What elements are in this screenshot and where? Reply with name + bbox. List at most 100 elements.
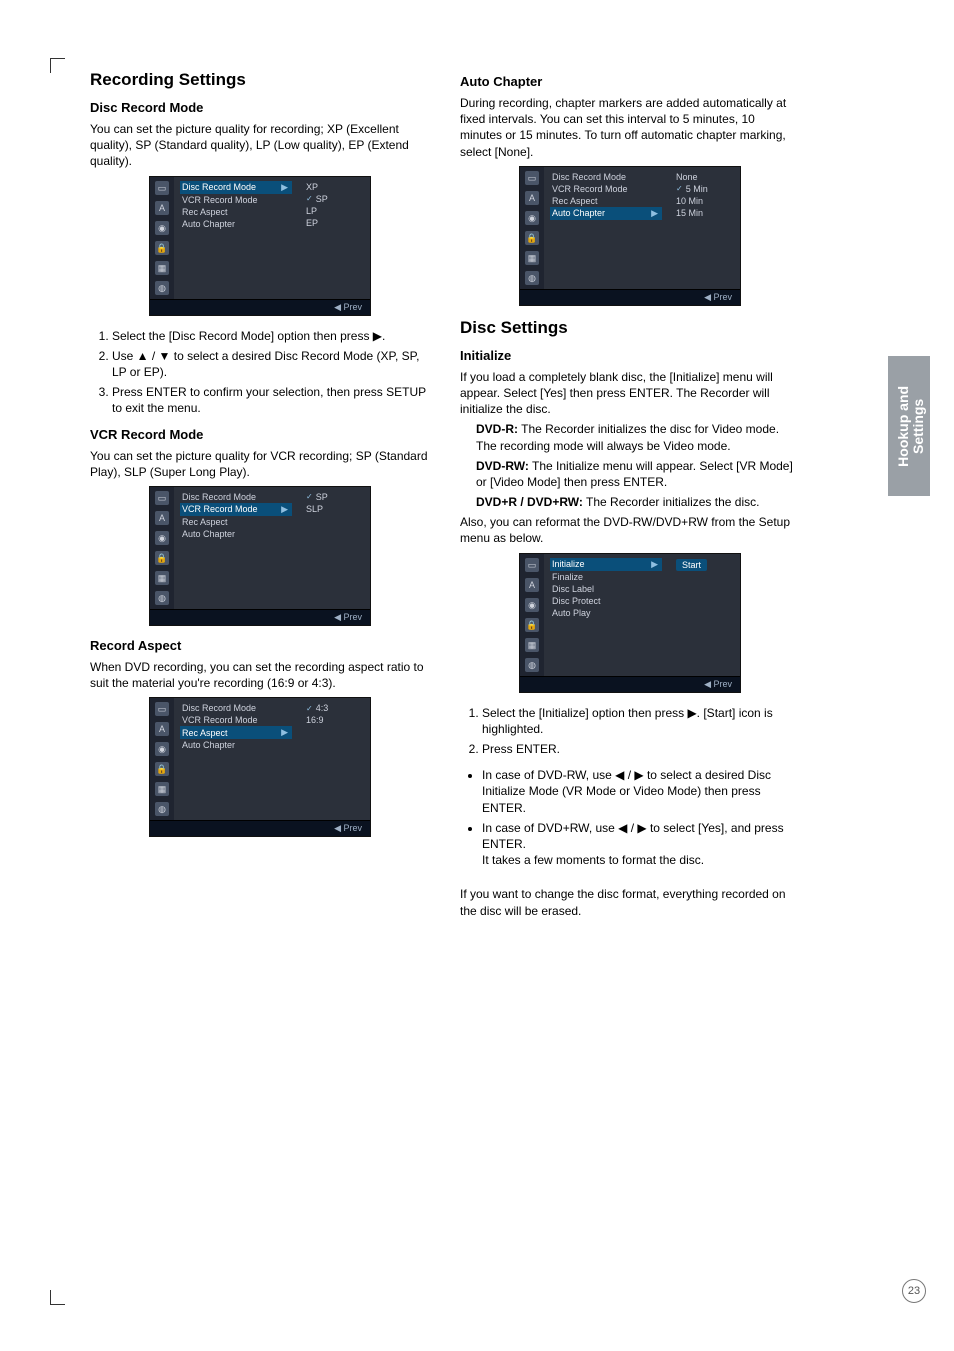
osd-prev-label: ◀ Prev xyxy=(520,289,740,305)
text-init-p1: If you load a completely blank disc, the… xyxy=(460,369,800,418)
disc-icon: ◍ xyxy=(525,658,539,672)
list-init-bullets: In case of DVD-RW, use ◀ / ▶ to select a… xyxy=(460,767,800,868)
language-icon: A xyxy=(155,511,169,525)
osd-item-disc-record-mode: Disc Record Mode xyxy=(182,703,256,713)
audio-icon: ◉ xyxy=(525,211,539,225)
section-tab-line1: Hookup and xyxy=(895,386,911,467)
osd-item-finalize: Finalize xyxy=(552,572,583,582)
osd-item-auto-chapter: Auto Chapter xyxy=(182,529,235,539)
osd-option-16-9: 16:9 xyxy=(306,715,324,725)
record-icon: ▦ xyxy=(525,251,539,265)
text-bullet-b2: In case of DVD+RW, use ◀ / ▶ to select [… xyxy=(482,821,784,851)
osd-item-disc-record-mode: Disc Record Mode xyxy=(182,182,256,192)
osd-icon-strip: ▭ A ◉ 🔒 ▦ ◍ xyxy=(150,487,174,609)
text-auto-chapter-intro: During recording, chapter markers are ad… xyxy=(460,95,800,160)
audio-icon: ◉ xyxy=(155,221,169,235)
osd-option-ep: EP xyxy=(306,218,318,228)
osd-item-vcr-record-mode: VCR Record Mode xyxy=(182,504,258,514)
lock-icon: 🔒 xyxy=(155,762,169,776)
text-init-note: If you want to change the disc format, e… xyxy=(460,886,800,918)
record-icon: ▦ xyxy=(155,571,169,585)
osd-option-10min: 10 Min xyxy=(676,196,703,206)
osd-item-auto-chapter: Auto Chapter xyxy=(552,208,605,218)
heading-auto-chapter: Auto Chapter xyxy=(460,74,800,89)
audio-icon: ◉ xyxy=(155,742,169,756)
osd-item-auto-play: Auto Play xyxy=(552,608,591,618)
list-item: Select the [Disc Record Mode] option the… xyxy=(112,328,430,344)
heading-record-aspect: Record Aspect xyxy=(90,638,430,653)
language-icon: A xyxy=(155,201,169,215)
osd-disc-record-mode: ▭ A ◉ 🔒 ▦ ◍ Disc Record Mode▶ VCR Record… xyxy=(149,176,371,316)
label-dvdr: DVD-R: xyxy=(476,422,518,436)
tv-icon: ▭ xyxy=(525,171,539,185)
list-init-steps: Select the [Initialize] option then pres… xyxy=(460,705,800,758)
osd-option-lp: LP xyxy=(306,206,317,216)
chevron-right-icon: ▶ xyxy=(649,559,660,570)
chevron-right-icon: ▶ xyxy=(279,504,290,515)
lock-icon: 🔒 xyxy=(155,551,169,565)
tv-icon: ▭ xyxy=(525,558,539,572)
lock-icon: 🔒 xyxy=(525,231,539,245)
heading-recording-settings: Recording Settings xyxy=(90,70,430,90)
heading-disc-settings: Disc Settings xyxy=(460,318,800,338)
disc-icon: ◍ xyxy=(155,591,169,605)
tv-icon: ▭ xyxy=(155,181,169,195)
audio-icon: ◉ xyxy=(155,531,169,545)
section-tab: Hookup and Settings xyxy=(888,356,930,496)
osd-option-sp: SP xyxy=(316,194,328,204)
list-item: Press ENTER. xyxy=(482,741,800,757)
osd-vcr-record-mode: ▭ A ◉ 🔒 ▦ ◍ Disc Record Mode VCR Record … xyxy=(149,486,371,626)
osd-item-vcr-record-mode: VCR Record Mode xyxy=(182,715,258,725)
text-dvdprw-desc: The Recorder initializes the disc. xyxy=(583,495,760,509)
osd-option-15min: 15 Min xyxy=(676,208,703,218)
lock-icon: 🔒 xyxy=(155,241,169,255)
text-bullet-b2b: It takes a few moments to format the dis… xyxy=(482,853,704,867)
osd-icon-strip: ▭ A ◉ 🔒 ▦ ◍ xyxy=(150,177,174,299)
text-dvdr-desc: The Recorder initializes the disc for Vi… xyxy=(476,422,779,452)
label-dvdrw: DVD-RW: xyxy=(476,459,529,473)
language-icon: A xyxy=(525,578,539,592)
language-icon: A xyxy=(525,191,539,205)
osd-prev-label: ◀ Prev xyxy=(150,820,370,836)
tv-icon: ▭ xyxy=(155,702,169,716)
osd-option-none: None xyxy=(676,172,698,182)
osd-item-disc-label: Disc Label xyxy=(552,584,594,594)
text-init-dvdrw: DVD-RW: The Initialize menu will appear.… xyxy=(460,458,800,490)
heading-initialize: Initialize xyxy=(460,348,800,363)
osd-item-rec-aspect: Rec Aspect xyxy=(552,196,598,206)
list-drm-steps: Select the [Disc Record Mode] option the… xyxy=(90,328,430,417)
osd-icon-strip: ▭ A ◉ 🔒 ▦ ◍ xyxy=(150,698,174,820)
list-item: Use ▲ / ▼ to select a desired Disc Recor… xyxy=(112,348,430,380)
heading-disc-record-mode: Disc Record Mode xyxy=(90,100,430,115)
disc-icon: ◍ xyxy=(525,271,539,285)
list-item: In case of DVD-RW, use ◀ / ▶ to select a… xyxy=(482,767,800,816)
language-icon: A xyxy=(155,722,169,736)
osd-item-initialize: Initialize xyxy=(552,559,585,569)
list-item: Press ENTER to confirm your selection, t… xyxy=(112,384,430,416)
disc-icon: ◍ xyxy=(155,802,169,816)
text-init-dvdprw: DVD+R / DVD+RW: The Recorder initializes… xyxy=(460,494,800,510)
osd-item-auto-chapter: Auto Chapter xyxy=(182,219,235,229)
osd-item-disc-record-mode: Disc Record Mode xyxy=(182,492,256,502)
text-vrm-intro: You can set the picture quality for VCR … xyxy=(90,448,430,480)
osd-item-vcr-record-mode: VCR Record Mode xyxy=(552,184,628,194)
list-item: In case of DVD+RW, use ◀ / ▶ to select [… xyxy=(482,820,800,869)
audio-icon: ◉ xyxy=(525,598,539,612)
label-dvdprw: DVD+R / DVD+RW: xyxy=(476,495,583,509)
text-init-p2: Also, you can reformat the DVD-RW/DVD+RW… xyxy=(460,514,800,546)
osd-prev-label: ◀ Prev xyxy=(520,676,740,692)
osd-item-disc-record-mode: Disc Record Mode xyxy=(552,172,626,182)
text-init-dvdr: DVD-R: The Recorder initializes the disc… xyxy=(460,421,800,453)
osd-item-rec-aspect: Rec Aspect xyxy=(182,207,228,217)
osd-option-slp: SLP xyxy=(306,504,323,514)
record-icon: ▦ xyxy=(155,261,169,275)
list-item: Select the [Initialize] option then pres… xyxy=(482,705,800,737)
text-record-aspect-intro: When DVD recording, you can set the reco… xyxy=(90,659,430,691)
osd-item-auto-chapter: Auto Chapter xyxy=(182,740,235,750)
right-column: Auto Chapter During recording, chapter m… xyxy=(460,60,800,923)
osd-option-sp: SP xyxy=(316,492,328,502)
osd-item-vcr-record-mode: VCR Record Mode xyxy=(182,195,258,205)
heading-vcr-record-mode: VCR Record Mode xyxy=(90,427,430,442)
osd-start-button: Start xyxy=(676,559,707,571)
osd-record-aspect: ▭ A ◉ 🔒 ▦ ◍ Disc Record Mode VCR Record … xyxy=(149,697,371,837)
